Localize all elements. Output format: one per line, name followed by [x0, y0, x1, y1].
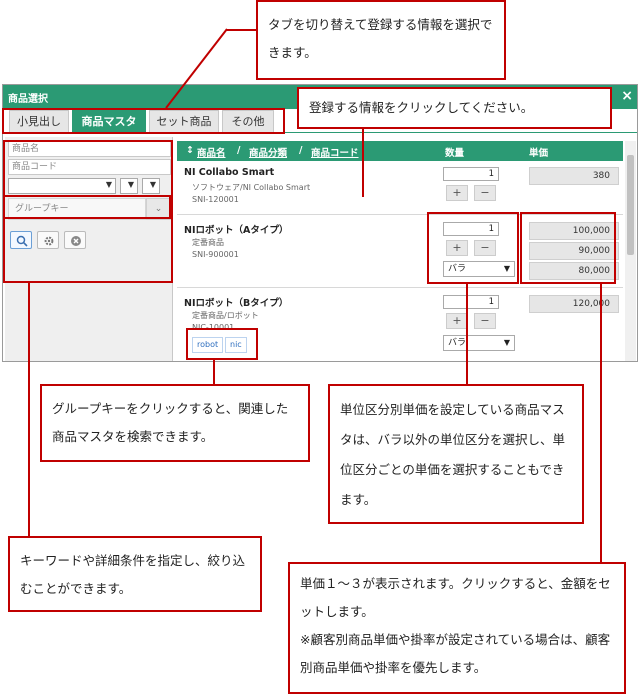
product-category: 定番商品/ロボット [192, 311, 259, 320]
group-key-highlight [3, 195, 171, 219]
annotation-leader [600, 284, 602, 562]
product-name: NIロボット（Bタイプ） [184, 298, 289, 309]
decrement-button[interactable]: − [474, 313, 496, 329]
header-separator: / [299, 145, 303, 156]
header-separator: / [237, 145, 241, 156]
unit-select-value: バラ [448, 338, 467, 348]
quantity-input[interactable]: 1 [443, 295, 499, 309]
price-callout: 単価１～３が表示されます。クリックすると、金額をセットします。 ※顧客別商品単価… [288, 562, 626, 694]
product-category: ソフトウェア/NI Collabo Smart [192, 183, 311, 192]
sort-by-code-link[interactable]: 商品コード [311, 145, 359, 159]
tabs-highlight [2, 108, 285, 134]
unit-price-1[interactable]: 380 [529, 167, 619, 185]
decrement-button[interactable]: − [474, 185, 496, 201]
unit-price-callout: 単位区分別単価を設定している商品マスタは、バラ以外の単位区分を選択し、単位区分ご… [328, 384, 584, 524]
product-name: NI Collabo Smart [184, 167, 275, 178]
scrollbar-thumb[interactable] [627, 155, 634, 255]
click-info-callout: 登録する情報をクリックしてください。 [297, 87, 612, 129]
dialog-title: 商品選択 [8, 94, 48, 105]
product-list-header: ↕ 商品名 / 商品分類 / 商品コード 数量 単価 [177, 141, 623, 161]
product-code: SNI-120001 [192, 195, 239, 204]
product-category: 定番商品 [192, 238, 224, 247]
annotation-leader [165, 28, 228, 109]
sort-by-name-link[interactable]: 商品名 [197, 145, 226, 159]
quantity-input[interactable]: 1 [443, 167, 499, 181]
annotation-leader [213, 360, 215, 384]
product-code: SNI-900001 [192, 250, 239, 259]
product-row[interactable]: NI Collabo Smart ソフトウェア/NI Collabo Smart… [177, 161, 623, 215]
quantity-column-header: 数量 [445, 148, 465, 159]
annotation-leader [466, 284, 468, 384]
group-key-callout: グループキーをクリックすると、関連した商品マスタを検索できます。 [40, 384, 310, 462]
increment-button[interactable]: + [446, 185, 468, 201]
tags-highlight [186, 328, 258, 360]
sort-by-category-link[interactable]: 商品分類 [249, 145, 287, 159]
keyword-callout: キーワードや詳細条件を指定し、絞り込むことができます。 [8, 536, 262, 612]
price-callout-note: ※顧客別商品単価や掛率が設定されている場合は、顧客別商品単価や掛率を優先します。 [300, 632, 611, 675]
annotation-leader [362, 129, 364, 197]
annotation-leader [226, 29, 256, 31]
unit-price-1[interactable]: 120,000 [529, 295, 619, 313]
sort-icon: ↕ [186, 145, 194, 156]
price-callout-text: 単価１～３が表示されます。クリックすると、金額をセットします。 [300, 576, 611, 619]
product-name: NIロボット（Aタイプ） [184, 225, 289, 236]
annotation-leader [28, 283, 30, 536]
increment-button[interactable]: + [446, 313, 468, 329]
unit-select-highlight [427, 212, 519, 284]
tabs-callout: タブを切り替えて登録する情報を選択できます。 [256, 0, 506, 80]
price-column-header: 単価 [529, 148, 549, 159]
prices-highlight [520, 212, 616, 284]
dropdown-arrow-icon: ▼ [503, 338, 510, 347]
unit-select[interactable]: バラ ▼ [443, 335, 515, 351]
close-icon[interactable]: × [621, 87, 633, 105]
